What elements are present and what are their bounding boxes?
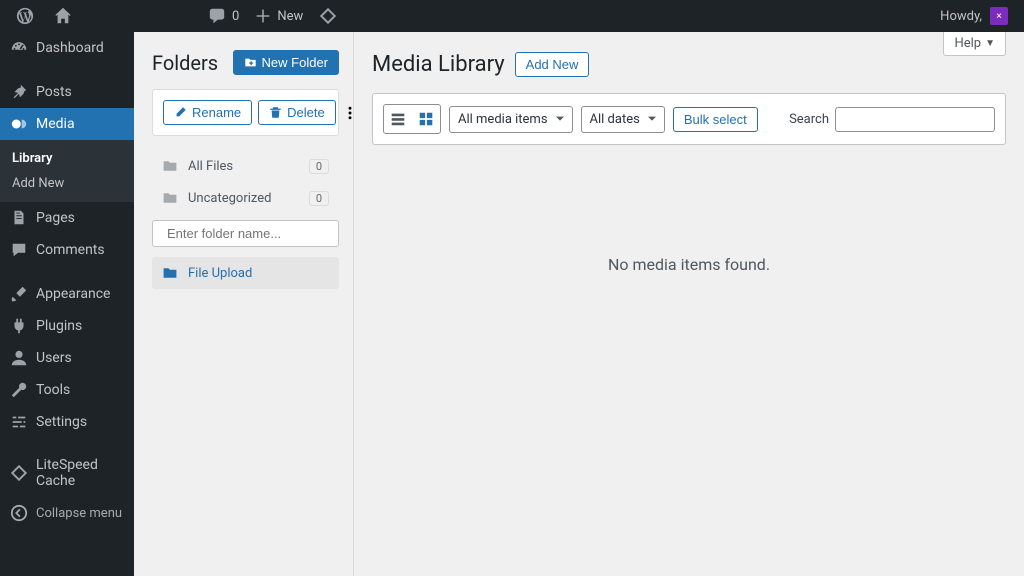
date-filter[interactable]: All dates xyxy=(581,106,665,133)
sidebar-label: Plugins xyxy=(36,318,82,334)
search-label: Search xyxy=(789,112,829,127)
media-submenu: Library Add New xyxy=(0,140,134,202)
sidebar-item-pages[interactable]: Pages xyxy=(0,202,134,234)
diamond-icon[interactable] xyxy=(311,0,345,32)
collapse-icon xyxy=(10,504,28,522)
folder-count: 0 xyxy=(309,191,329,206)
sidebar-label: Comments xyxy=(36,242,105,258)
howdy-text: Howdy, xyxy=(940,9,982,24)
list-view-button[interactable] xyxy=(384,105,412,133)
avatar: × xyxy=(990,7,1008,25)
help-tab[interactable]: Help ▼ xyxy=(943,32,1006,56)
sidebar-label: Users xyxy=(36,350,72,366)
sidebar-label: Dashboard xyxy=(36,40,104,56)
folder-label: All Files xyxy=(188,159,233,174)
pencil-icon xyxy=(174,106,187,119)
pages-icon xyxy=(10,209,28,227)
submenu-library[interactable]: Library xyxy=(0,146,134,171)
new-label: New xyxy=(277,9,303,24)
user-icon xyxy=(10,349,28,367)
sidebar-item-posts[interactable]: Posts xyxy=(0,76,134,108)
new-folder-label: New Folder xyxy=(262,55,328,70)
sidebar-item-comments[interactable]: Comments xyxy=(0,234,134,266)
sidebar-label: Media xyxy=(36,116,75,132)
rename-label: Rename xyxy=(192,105,241,120)
media-toolbar: All media items All dates Bulk select Se… xyxy=(372,93,1006,145)
help-label: Help xyxy=(954,36,981,51)
grid-icon xyxy=(417,110,435,128)
sidebar-label: Appearance xyxy=(36,286,110,302)
sidebar-item-dashboard[interactable]: Dashboard xyxy=(0,32,134,64)
pin-icon xyxy=(10,83,28,101)
folders-panel: Folders New Folder Rename Delete All Fil xyxy=(134,32,354,576)
delete-label: Delete xyxy=(287,105,325,120)
folder-list: All Files 0 Uncategorized 0 File Upload xyxy=(152,150,339,289)
howdy-account[interactable]: Howdy, × xyxy=(932,7,1016,25)
submenu-addnew[interactable]: Add New xyxy=(0,171,134,196)
collapse-menu[interactable]: Collapse menu xyxy=(0,496,134,530)
comments-count: 0 xyxy=(232,9,239,24)
sidebar-item-settings[interactable]: Settings xyxy=(0,406,134,438)
sidebar-item-appearance[interactable]: Appearance xyxy=(0,278,134,310)
sidebar-label: Settings xyxy=(36,414,87,430)
sidebar-item-plugins[interactable]: Plugins xyxy=(0,310,134,342)
home-icon[interactable] xyxy=(46,0,80,32)
admin-sidebar: Dashboard Posts Media Library Add New Pa… xyxy=(0,32,134,576)
grid-view-button[interactable] xyxy=(412,105,440,133)
comment-icon xyxy=(208,7,226,25)
sidebar-label: LiteSpeed Cache xyxy=(36,457,124,489)
new-folder-button[interactable]: New Folder xyxy=(233,50,339,75)
main-panel: Help ▼ Media Library Add New All media i… xyxy=(354,32,1024,576)
comment-icon xyxy=(10,241,28,259)
sidebar-item-users[interactable]: Users xyxy=(0,342,134,374)
folder-count: 0 xyxy=(309,159,329,174)
add-new-button[interactable]: Add New xyxy=(515,52,590,77)
content-area: Folders New Folder Rename Delete All Fil xyxy=(134,32,1024,576)
folder-search xyxy=(152,220,339,247)
sliders-icon xyxy=(10,413,28,431)
sidebar-item-litespeed[interactable]: LiteSpeed Cache xyxy=(0,450,134,496)
plus-icon xyxy=(255,8,271,24)
dashboard-icon xyxy=(10,39,28,57)
view-toggle xyxy=(383,104,441,134)
plug-icon xyxy=(10,317,28,335)
list-icon xyxy=(389,110,407,128)
folder-label: File Upload xyxy=(188,266,252,281)
folder-uncategorized[interactable]: Uncategorized 0 xyxy=(152,182,339,214)
search-input[interactable] xyxy=(835,107,995,132)
admin-bar: 0 New Howdy, × xyxy=(0,0,1024,32)
trash-icon xyxy=(269,106,282,119)
folder-icon xyxy=(162,265,178,281)
chevron-down-icon: ▼ xyxy=(985,38,995,49)
sidebar-label: Pages xyxy=(36,210,75,226)
folder-label: Uncategorized xyxy=(188,191,271,206)
sidebar-label: Posts xyxy=(36,84,72,100)
delete-button[interactable]: Delete xyxy=(258,100,336,125)
folders-title: Folders xyxy=(152,51,218,75)
folder-file-upload[interactable]: File Upload xyxy=(152,257,339,289)
wp-logo-icon[interactable] xyxy=(8,0,42,32)
collapse-label: Collapse menu xyxy=(36,506,122,521)
new-content-link[interactable]: New xyxy=(247,0,311,32)
sidebar-item-tools[interactable]: Tools xyxy=(0,374,134,406)
sidebar-label: Tools xyxy=(36,382,70,398)
folder-actions: Rename Delete xyxy=(152,89,339,136)
bulk-select-button[interactable]: Bulk select xyxy=(673,107,758,132)
wrench-icon xyxy=(10,381,28,399)
folder-search-input[interactable] xyxy=(167,226,343,241)
page-title: Media Library xyxy=(372,52,505,77)
folder-all-files[interactable]: All Files 0 xyxy=(152,150,339,182)
folder-plus-icon xyxy=(244,56,257,69)
empty-state: No media items found. xyxy=(372,255,1006,274)
diamond-icon xyxy=(10,464,28,482)
rename-button[interactable]: Rename xyxy=(163,100,252,125)
brush-icon xyxy=(10,285,28,303)
comments-link[interactable]: 0 xyxy=(200,0,247,32)
folder-icon xyxy=(162,190,178,206)
media-icon xyxy=(10,115,28,133)
folder-icon xyxy=(162,158,178,174)
sidebar-item-media[interactable]: Media xyxy=(0,108,134,140)
media-type-filter[interactable]: All media items xyxy=(449,106,573,133)
